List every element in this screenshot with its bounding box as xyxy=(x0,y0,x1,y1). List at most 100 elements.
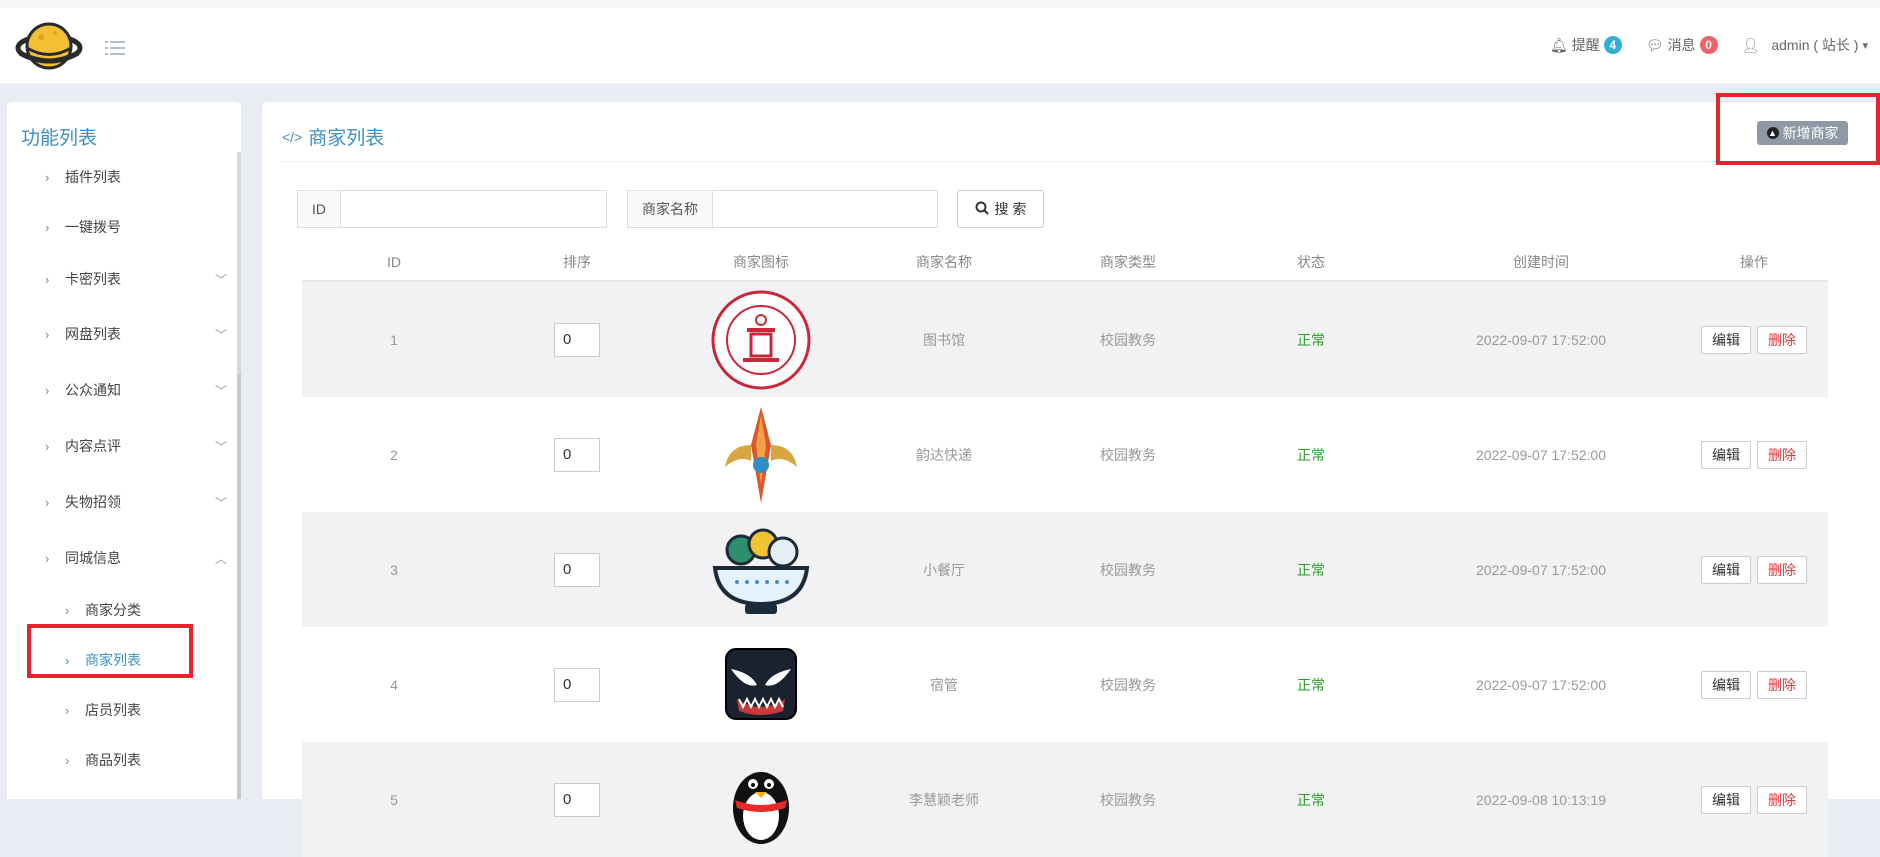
edit-button[interactable]: 编辑 xyxy=(1701,670,1751,699)
status-text: 正常 xyxy=(1297,331,1325,348)
sidebar-item-reviews[interactable]: › 内容点评 ﹀ xyxy=(45,436,227,456)
sidebar-title: 功能列表 xyxy=(21,128,98,149)
edit-button[interactable]: 编辑 xyxy=(1701,325,1751,354)
edit-button[interactable]: 编辑 xyxy=(1701,440,1751,469)
name-search-label: 商家名称 xyxy=(628,191,713,227)
chevron-down-icon: ﹀ xyxy=(215,439,228,454)
sidebar: 功能列表 › 插件列表 › 一键拨号 › 卡密列表 ﹀ › 网盘列表 ﹀ › 公… xyxy=(7,102,241,799)
table-row: 4 宿管 校园教务 正常 2022-09-07 17:52:00 编辑 xyxy=(302,627,1828,742)
sidebar-item-label: 失物招领 xyxy=(65,494,121,510)
search-button[interactable]: 搜 索 xyxy=(957,190,1044,228)
row-id: 1 xyxy=(390,331,398,348)
chevron-right-icon: › xyxy=(45,271,50,287)
row-type: 校园教务 xyxy=(1100,791,1156,808)
row-name: 宿管 xyxy=(930,676,958,693)
chevron-right-icon: › xyxy=(45,494,50,510)
sword-emblem-icon xyxy=(711,405,811,505)
sidebar-item-label: 插件列表 xyxy=(65,169,121,185)
row-name: 韵达快递 xyxy=(916,446,972,463)
row-id: 5 xyxy=(390,791,398,808)
sort-input[interactable] xyxy=(554,552,600,587)
sidebar-sub-staff-list[interactable]: › 店员列表 xyxy=(65,700,141,720)
delete-button[interactable]: 删除 xyxy=(1757,670,1807,699)
delete-button[interactable]: 删除 xyxy=(1757,555,1807,584)
chevron-down-icon: ﹀ xyxy=(215,383,228,398)
top-bar: 🔔︎ 提醒 4 💬︎ 消息 0 👤︎ admin ( 站长 ) ▾ xyxy=(0,0,1880,83)
row-id: 2 xyxy=(390,446,398,463)
name-search-group: 商家名称 xyxy=(627,190,938,228)
message-label: 消息 xyxy=(1667,37,1696,53)
chevron-right-icon: › xyxy=(45,169,50,185)
sidebar-sub-label: 商家分类 xyxy=(85,602,141,618)
row-id: 4 xyxy=(390,676,398,693)
sidebar-item-notice[interactable]: › 公众通知 ﹀ xyxy=(45,380,227,400)
id-search-group: ID xyxy=(297,190,607,228)
remind-label: 提醒 xyxy=(1571,37,1600,53)
page-title: </> 商家列表 xyxy=(282,123,384,150)
sidebar-item-label: 网盘列表 xyxy=(65,326,121,342)
sidebar-item-city-info[interactable]: › 同城信息 ︿ xyxy=(45,548,227,568)
edit-button[interactable]: 编辑 xyxy=(1701,555,1751,584)
sidebar-item-cards[interactable]: › 卡密列表 ﹀ xyxy=(45,269,227,289)
user-icon: 👤︎ xyxy=(1741,36,1760,53)
chevron-up-icon: ︿ xyxy=(215,551,228,566)
col-type: 商家类型 xyxy=(1100,254,1156,270)
highlight-box-add-merchant xyxy=(1716,93,1880,165)
sidebar-sub-merchant-category[interactable]: › 商家分类 xyxy=(65,600,141,620)
sort-input[interactable] xyxy=(554,782,600,817)
chevron-right-icon: › xyxy=(45,550,50,566)
row-id: 3 xyxy=(390,561,398,578)
id-search-input[interactable] xyxy=(341,191,606,227)
planet-logo-icon[interactable] xyxy=(15,17,83,79)
chevron-right-icon: › xyxy=(45,438,50,454)
col-icon: 商家图标 xyxy=(733,254,789,270)
chevron-right-icon: › xyxy=(65,602,70,618)
edit-button[interactable]: 编辑 xyxy=(1701,785,1751,814)
sidebar-item-lost-found[interactable]: › 失物招领 ﹀ xyxy=(45,492,227,512)
chevron-right-icon: › xyxy=(45,326,50,342)
sidebar-sub-product-list[interactable]: › 商品列表 xyxy=(65,750,141,770)
name-search-input[interactable] xyxy=(713,191,929,227)
sidebar-item-label: 卡密列表 xyxy=(65,271,121,287)
chevron-down-icon: ﹀ xyxy=(215,495,228,510)
sidebar-item-dial[interactable]: › 一键拨号 xyxy=(45,217,121,237)
sort-input[interactable] xyxy=(554,667,600,702)
sort-input[interactable] xyxy=(554,437,600,472)
message-badge: 0 xyxy=(1699,36,1718,54)
row-name: 图书馆 xyxy=(923,331,965,348)
chevron-down-icon: ﹀ xyxy=(215,272,228,287)
col-created: 创建时间 xyxy=(1513,254,1569,270)
delete-button[interactable]: 删除 xyxy=(1757,325,1807,354)
sidebar-item-plugins[interactable]: › 插件列表 xyxy=(45,167,121,187)
row-created: 2022-09-08 10:13:19 xyxy=(1476,791,1606,808)
delete-button[interactable]: 删除 xyxy=(1757,785,1807,814)
col-id: ID xyxy=(387,254,401,270)
menu-toggle-icon[interactable] xyxy=(105,40,125,56)
sidebar-item-netdisk[interactable]: › 网盘列表 ﹀ xyxy=(45,324,227,344)
food-bowl-icon xyxy=(711,520,811,620)
table-header: ID 排序 商家图标 商家名称 商家类型 状态 创建时间 操作 xyxy=(302,244,1828,282)
delete-button[interactable]: 删除 xyxy=(1757,440,1807,469)
table-row: 2 韵达快递 校园教务 正常 2022-09-07 17:52:00 xyxy=(302,397,1828,512)
chevron-right-icon: › xyxy=(45,219,50,235)
row-type: 校园教务 xyxy=(1100,331,1156,348)
status-text: 正常 xyxy=(1297,446,1325,463)
sidebar-scrollbar[interactable] xyxy=(237,152,241,799)
id-search-label: ID xyxy=(298,191,341,227)
row-type: 校园教务 xyxy=(1100,676,1156,693)
sidebar-sub-label: 商品列表 xyxy=(85,752,141,768)
user-menu[interactable]: 👤︎ admin ( 站长 ) ▾ xyxy=(1742,35,1868,55)
venom-face-icon xyxy=(711,635,811,735)
sort-input[interactable] xyxy=(554,322,600,357)
main-panel: </> 商家列表 ▲ 新增商家 ID 商家名称 搜 索 ID 排序 商家图标 商… xyxy=(262,102,1880,857)
remind-link[interactable]: 🔔︎ 提醒 4 xyxy=(1550,35,1622,55)
message-link[interactable]: 💬︎ 消息 0 xyxy=(1646,35,1718,55)
table-row: 5 李慧颖老师 校园教务 正常 2022-09-08 10:13:19 xyxy=(302,742,1828,857)
sidebar-item-label: 内容点评 xyxy=(65,438,121,454)
code-icon: </> xyxy=(282,128,303,145)
chevron-down-icon: ﹀ xyxy=(215,327,228,342)
row-created: 2022-09-07 17:52:00 xyxy=(1476,446,1606,463)
sidebar-item-label: 一键拨号 xyxy=(65,219,121,235)
search-button-label: 搜 索 xyxy=(994,201,1027,217)
university-seal-icon xyxy=(711,290,811,390)
